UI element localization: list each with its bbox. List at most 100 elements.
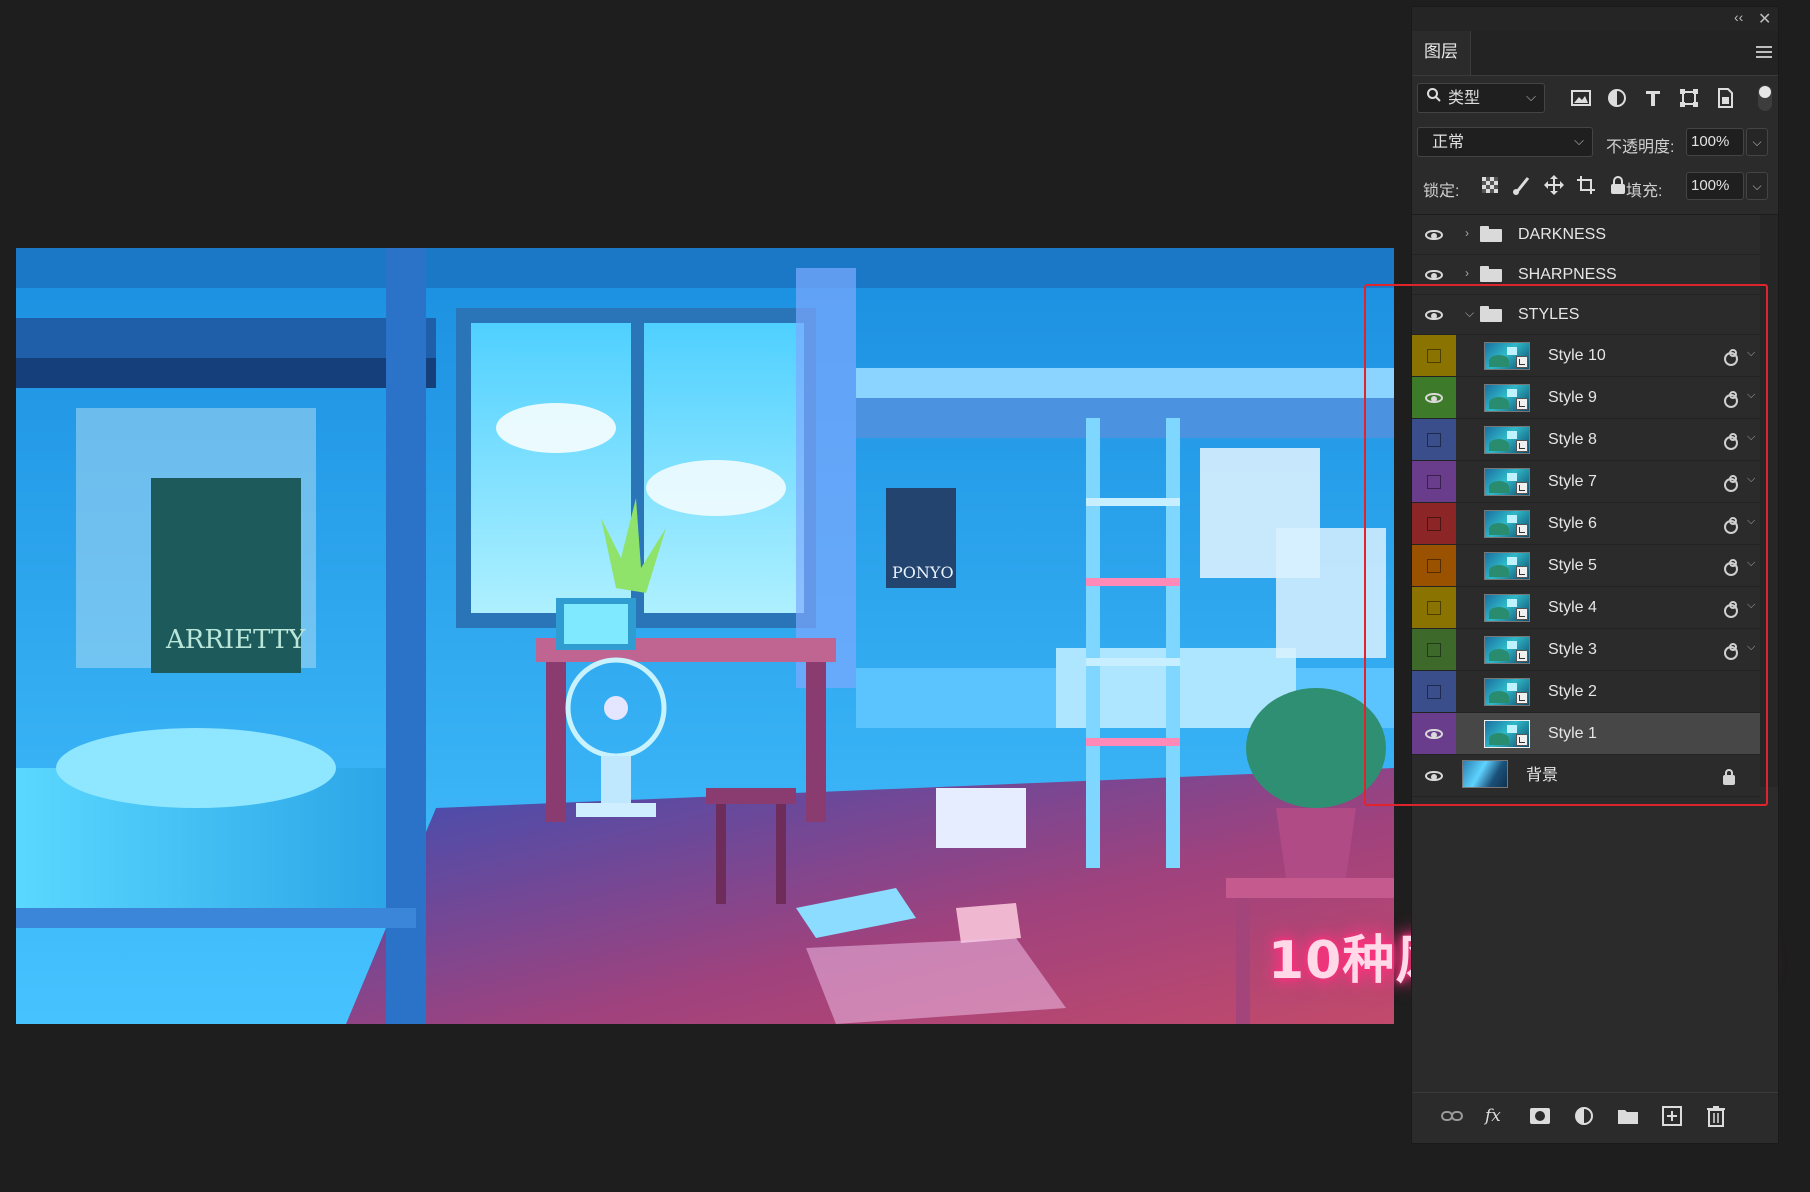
- layer-thumbnail: [1484, 426, 1530, 454]
- filter-kind-select[interactable]: 类型 ⌵: [1417, 83, 1545, 113]
- clipping-link-icon[interactable]: [1724, 349, 1738, 366]
- visibility-toggle[interactable]: [1412, 545, 1456, 586]
- fill-dropdown-button[interactable]: ⌵: [1746, 172, 1768, 200]
- layer-style-2[interactable]: Style 2: [1412, 671, 1760, 713]
- new-group-folder-icon[interactable]: [1616, 1105, 1640, 1127]
- delete-layer-trash-icon[interactable]: [1704, 1105, 1728, 1127]
- clipping-link-icon[interactable]: [1724, 643, 1738, 660]
- collapse-panel-icon[interactable]: ‹‹: [1734, 9, 1743, 25]
- chevron-down-icon[interactable]: ⌵: [1747, 515, 1755, 528]
- layer-style-9[interactable]: Style 9 ⌵: [1412, 377, 1760, 419]
- opacity-dropdown-button[interactable]: ⌵: [1746, 128, 1768, 156]
- clipping-link-icon[interactable]: [1724, 559, 1738, 576]
- layer-thumbnail: [1484, 552, 1530, 580]
- chevron-right-icon[interactable]: ›: [1465, 266, 1469, 280]
- filter-smart-object-icon[interactable]: [1713, 86, 1737, 110]
- filter-kind-label: 类型: [1448, 90, 1481, 107]
- layer-style-4[interactable]: Style 4 ⌵: [1412, 587, 1760, 629]
- smart-object-icon: [1516, 566, 1528, 578]
- layer-style-10[interactable]: Style 10 ⌵: [1412, 335, 1760, 377]
- chevron-down-icon[interactable]: ⌵: [1465, 306, 1474, 321]
- dorm-room-illustration: ARRIETTY PONYO: [16, 248, 1394, 1024]
- opacity-input[interactable]: 100%: [1686, 128, 1744, 156]
- layer-style-fx-icon[interactable]: fx: [1483, 1105, 1508, 1127]
- fill-input[interactable]: 100%: [1686, 172, 1744, 200]
- filter-shape-layer-icon[interactable]: [1677, 86, 1701, 110]
- new-fill-adjustment-icon[interactable]: [1572, 1105, 1596, 1127]
- layer-style-5[interactable]: Style 5 ⌵: [1412, 545, 1760, 587]
- lock-artboard-crop-icon[interactable]: [1575, 174, 1597, 196]
- hidden-visibility-box: [1427, 433, 1441, 447]
- layer-name: Style 7: [1548, 473, 1597, 490]
- clipping-link-icon[interactable]: [1724, 517, 1738, 534]
- lock-position-move-icon[interactable]: [1543, 174, 1565, 196]
- visibility-toggle[interactable]: [1412, 629, 1456, 670]
- canvas-image[interactable]: ARRIETTY PONYO: [16, 248, 1394, 1024]
- clipping-link-icon[interactable]: [1724, 433, 1738, 450]
- layer-name: DARKNESS: [1518, 226, 1607, 243]
- layer-thumbnail: [1484, 384, 1530, 412]
- layer-thumbnail: [1484, 468, 1530, 496]
- clipping-link-icon[interactable]: [1724, 475, 1738, 492]
- chevron-down-icon[interactable]: ⌵: [1747, 431, 1755, 444]
- visibility-toggle[interactable]: [1412, 255, 1456, 294]
- folder-icon: [1480, 266, 1502, 282]
- hidden-visibility-box: [1427, 685, 1441, 699]
- visibility-toggle[interactable]: [1412, 295, 1456, 334]
- link-layers-icon[interactable]: [1440, 1105, 1464, 1127]
- panel-menu-icon[interactable]: [1756, 46, 1772, 60]
- chevron-down-icon[interactable]: ⌵: [1747, 557, 1755, 570]
- layer-group-sharpness[interactable]: › SHARPNESS: [1412, 255, 1760, 295]
- layer-group-darkness[interactable]: › DARKNESS: [1412, 215, 1760, 255]
- visibility-toggle[interactable]: [1412, 335, 1456, 376]
- eye-icon: [1425, 230, 1443, 240]
- filter-toggle-switch[interactable]: [1758, 85, 1772, 111]
- visibility-toggle[interactable]: [1412, 671, 1456, 712]
- chevron-down-icon[interactable]: ⌵: [1747, 347, 1755, 360]
- tab-layers[interactable]: 图层: [1412, 31, 1471, 75]
- layer-thumbnail: [1484, 678, 1530, 706]
- fill-label: 填充:: [1626, 183, 1663, 200]
- hidden-visibility-box: [1427, 559, 1441, 573]
- chevron-down-icon[interactable]: ⌵: [1747, 599, 1755, 612]
- layers-scrollbar[interactable]: [1760, 215, 1778, 787]
- filter-type-layer-icon[interactable]: [1641, 86, 1665, 110]
- visibility-toggle[interactable]: [1412, 377, 1456, 418]
- new-layer-icon[interactable]: [1660, 1105, 1684, 1127]
- layer-thumbnail: [1484, 636, 1530, 664]
- smart-object-icon: [1516, 734, 1528, 746]
- layer-style-1[interactable]: Style 1: [1412, 713, 1760, 755]
- visibility-toggle[interactable]: [1412, 419, 1456, 460]
- layer-style-6[interactable]: Style 6 ⌵: [1412, 503, 1760, 545]
- visibility-toggle[interactable]: [1412, 215, 1456, 254]
- visibility-toggle[interactable]: [1412, 503, 1456, 544]
- lock-transparent-pixels-icon[interactable]: [1479, 174, 1501, 196]
- visibility-toggle[interactable]: [1412, 587, 1456, 628]
- layer-style-8[interactable]: Style 8 ⌵: [1412, 419, 1760, 461]
- layer-name: Style 3: [1548, 641, 1597, 658]
- chevron-down-icon[interactable]: ⌵: [1747, 389, 1755, 402]
- layer-group-styles[interactable]: ⌵ STYLES: [1412, 295, 1760, 335]
- visibility-toggle[interactable]: [1412, 755, 1456, 796]
- layer-name: Style 9: [1548, 389, 1597, 406]
- layer-style-7[interactable]: Style 7 ⌵: [1412, 461, 1760, 503]
- clipping-link-icon[interactable]: [1724, 601, 1738, 618]
- layer-style-3[interactable]: Style 3 ⌵: [1412, 629, 1760, 671]
- eye-icon: [1425, 771, 1443, 781]
- filter-pixel-layer-icon[interactable]: [1569, 86, 1593, 110]
- visibility-toggle[interactable]: [1412, 713, 1456, 754]
- folder-icon: [1480, 226, 1502, 242]
- filter-adjustment-layer-icon[interactable]: [1605, 86, 1629, 110]
- visibility-toggle[interactable]: [1412, 461, 1456, 502]
- chevron-down-icon[interactable]: ⌵: [1747, 641, 1755, 654]
- blend-mode-select[interactable]: 正常 ⌵: [1417, 127, 1593, 157]
- chevron-down-icon[interactable]: ⌵: [1747, 473, 1755, 486]
- close-panel-icon[interactable]: ✕: [1758, 9, 1771, 29]
- layer-background[interactable]: 背景: [1412, 755, 1760, 797]
- layer-name: Style 2: [1548, 683, 1597, 700]
- chevron-right-icon[interactable]: ›: [1465, 226, 1469, 240]
- clipping-link-icon[interactable]: [1724, 391, 1738, 408]
- smart-object-icon: [1516, 650, 1528, 662]
- add-mask-icon[interactable]: [1528, 1105, 1552, 1127]
- lock-image-pixels-brush-icon[interactable]: [1511, 174, 1533, 196]
